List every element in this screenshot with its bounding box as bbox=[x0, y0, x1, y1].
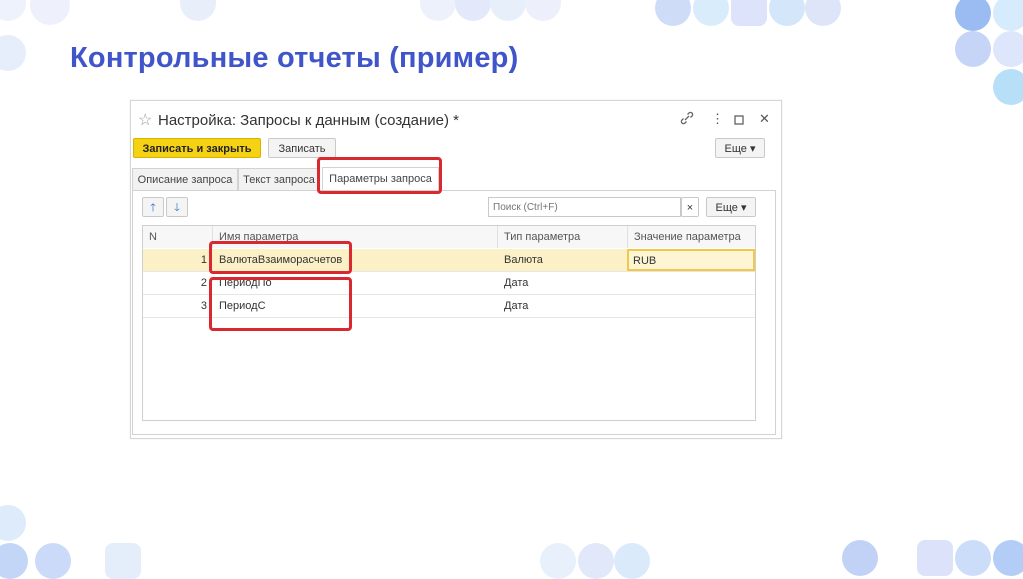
decor-circle bbox=[180, 0, 216, 21]
move-down-button[interactable]: 🡓 bbox=[166, 197, 188, 217]
slide-title: Контрольные отчеты (пример) bbox=[70, 42, 519, 74]
decor-circle bbox=[490, 0, 526, 21]
row-number: 3 bbox=[200, 300, 207, 312]
decor-circle bbox=[993, 540, 1023, 576]
tab-query-text[interactable]: Текст запроса bbox=[238, 168, 320, 190]
decor-circle bbox=[955, 0, 991, 31]
parameter-type: Дата bbox=[504, 300, 529, 312]
decor-circle bbox=[955, 31, 991, 67]
decor-circle bbox=[693, 0, 729, 26]
parameter-type: Валюта bbox=[504, 254, 543, 266]
column-header-value[interactable]: Значение параметра bbox=[628, 226, 755, 248]
decor-circle bbox=[993, 0, 1023, 31]
highlight-tab-frame bbox=[317, 157, 442, 194]
decor-square bbox=[917, 540, 953, 576]
params-more-label: Еще bbox=[715, 202, 738, 214]
decor-circle bbox=[0, 505, 26, 541]
window-title: Настройка: Запросы к данным (создание) * bbox=[158, 112, 459, 129]
save-and-close-button[interactable]: Записать и закрыть bbox=[133, 138, 261, 158]
decor-circle bbox=[769, 0, 805, 26]
row-number: 1 bbox=[200, 254, 207, 266]
decor-circle bbox=[0, 35, 26, 71]
search-input[interactable] bbox=[488, 197, 681, 217]
decor-circle bbox=[842, 540, 878, 576]
tab-query-description[interactable]: Описание запроса bbox=[132, 168, 238, 190]
decor-circle bbox=[993, 69, 1023, 105]
decor-circle bbox=[525, 0, 561, 21]
close-icon[interactable]: ✕ bbox=[759, 111, 770, 127]
column-header-n[interactable]: N bbox=[143, 226, 213, 248]
decor-circle bbox=[420, 0, 456, 21]
highlight-row1-frame bbox=[209, 241, 352, 274]
more-button[interactable]: Еще ▾ bbox=[715, 138, 765, 158]
decor-square bbox=[731, 0, 767, 26]
decor-circle bbox=[0, 0, 26, 21]
decor-circle bbox=[955, 540, 991, 576]
more-vertical-icon[interactable]: ⋮ bbox=[711, 111, 724, 127]
parameter-value-field[interactable]: RUB bbox=[627, 249, 755, 271]
decor-circle bbox=[805, 0, 841, 26]
favorite-star-icon[interactable]: ☆ bbox=[138, 110, 152, 130]
row-number: 2 bbox=[200, 277, 207, 289]
parameter-type: Дата bbox=[504, 277, 529, 289]
clear-search-button[interactable]: × bbox=[681, 197, 699, 217]
form-window: ☆ Настройка: Запросы к данным (создание)… bbox=[130, 100, 782, 439]
column-header-type[interactable]: Тип параметра bbox=[498, 226, 628, 248]
move-up-button[interactable]: 🡑 bbox=[142, 197, 164, 217]
save-button[interactable]: Записать bbox=[268, 138, 336, 158]
decor-circle bbox=[655, 0, 691, 26]
highlight-rows23-frame bbox=[209, 277, 352, 331]
decor-circle bbox=[993, 31, 1023, 67]
link-icon[interactable] bbox=[680, 111, 694, 128]
maximize-icon[interactable] bbox=[734, 113, 744, 128]
params-more-button[interactable]: Еще ▾ bbox=[706, 197, 756, 217]
decor-circle bbox=[30, 0, 70, 25]
more-label: Еще bbox=[724, 143, 747, 155]
decor-circle bbox=[455, 0, 491, 21]
